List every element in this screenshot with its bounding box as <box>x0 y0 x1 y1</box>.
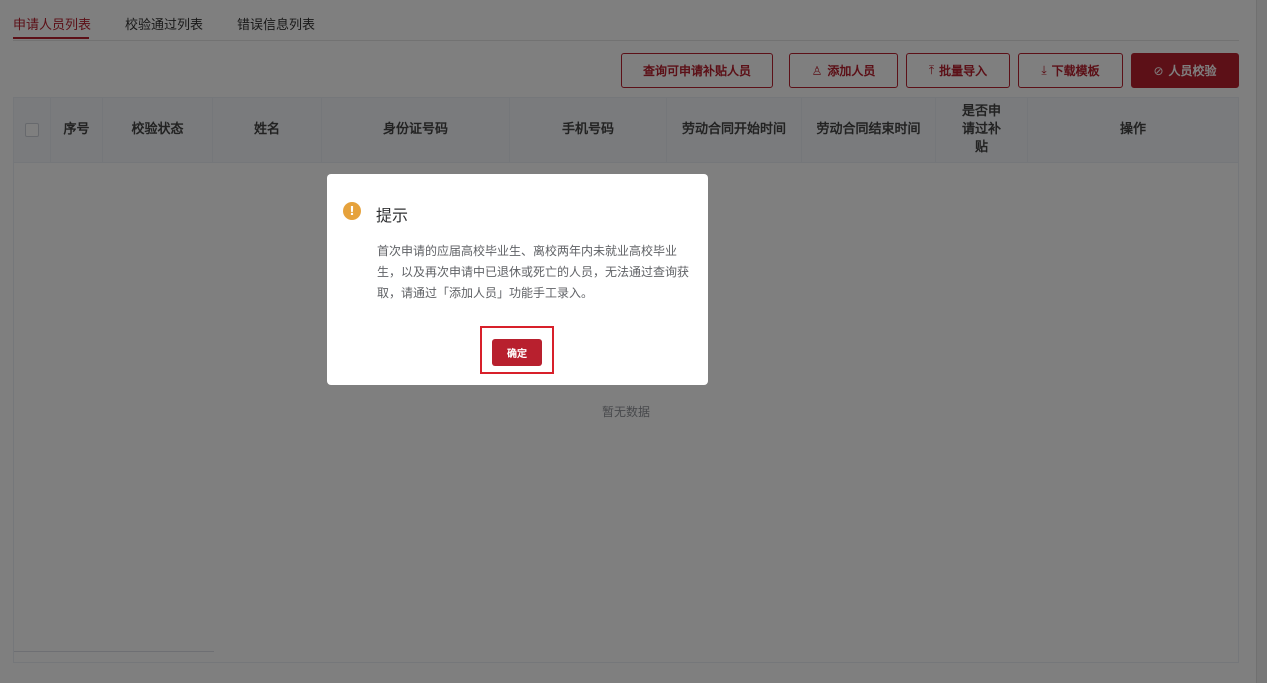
dialog-title: 提示 <box>376 206 409 225</box>
dialog-message: 首次申请的应届高校毕业生、离校两年内未就业高校毕业生，以及再次申请中已退休或死亡… <box>377 244 690 300</box>
notice-dialog: ! 提示 首次申请的应届高校毕业生、离校两年内未就业高校毕业生，以及再次申请中已… <box>327 174 708 385</box>
confirm-button[interactable]: 确定 <box>492 339 542 366</box>
warning-icon: ! <box>343 202 361 220</box>
